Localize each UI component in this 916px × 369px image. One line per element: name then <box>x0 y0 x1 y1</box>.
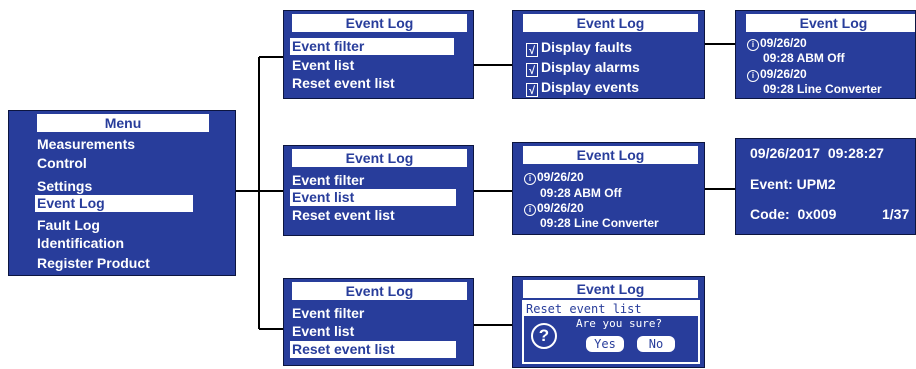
event-date: 09/26/20 <box>760 36 807 50</box>
filtered-events-panel: Event Log i 09/26/20 09:28 ABM Off i 09/26… <box>735 10 916 99</box>
event-filter-item[interactable]: Event filter <box>290 38 454 55</box>
confirm-question: Are you sure? <box>576 317 663 330</box>
event-entry[interactable]: i 09/26/20 <box>524 170 584 185</box>
event-entry-detail: 09:28 Line Converter <box>763 82 882 96</box>
panel-title: Event Log <box>292 149 467 167</box>
event-entry[interactable]: i 09/26/20 <box>524 201 584 216</box>
reset-confirm-panel: Event Log Reset event list ? Are you sur… <box>512 276 705 368</box>
event-filter-item[interactable]: Event filter <box>292 305 364 322</box>
reset-prompt: Reset event list <box>524 302 698 316</box>
question-icon: ? <box>531 323 557 349</box>
main-menu-panel: Menu Measurements Control Settings Event… <box>8 110 236 276</box>
menu-item-register-product[interactable]: Register Product <box>37 255 150 272</box>
option-label: Display faults <box>541 39 633 55</box>
info-icon: i <box>747 39 759 51</box>
reset-event-list-item[interactable]: Reset event list <box>292 75 395 92</box>
event-list-item[interactable]: Event list <box>290 189 456 206</box>
event-entry[interactable]: i 09/26/20 <box>747 36 807 51</box>
reset-event-list-item[interactable]: Reset event list <box>290 341 456 358</box>
event-name: Event: UPM2 <box>750 176 836 192</box>
checkbox-icon[interactable]: √ <box>526 43 538 57</box>
event-entry-detail: 09:28 ABM Off <box>540 186 622 200</box>
panel-title: Event Log <box>523 14 698 32</box>
event-log-panel-filter: Event Log Event filter Event list Reset … <box>283 10 474 99</box>
event-code: Code: 0x009 <box>750 206 837 222</box>
info-icon: i <box>524 204 536 216</box>
event-list-panel: Event Log i 09/26/20 09:28 ABM Off i 09/26… <box>512 142 705 235</box>
panel-title: Event Log <box>523 280 698 298</box>
event-date: 09/26/20 <box>537 201 584 215</box>
event-list-item[interactable]: Event list <box>292 323 354 340</box>
panel-title: Event Log <box>523 146 698 164</box>
event-entry-detail: 09:28 Line Converter <box>540 216 659 230</box>
menu-item-settings[interactable]: Settings <box>37 178 92 195</box>
panel-title: Event Log <box>746 14 915 32</box>
yes-button[interactable]: Yes <box>586 336 624 352</box>
menu-item-event-log[interactable]: Event Log <box>35 195 193 212</box>
checkbox-icon[interactable]: √ <box>526 83 538 97</box>
event-filter-item[interactable]: Event filter <box>292 172 364 189</box>
reset-event-list-item[interactable]: Reset event list <box>292 207 395 224</box>
menu-item-identification[interactable]: Identification <box>37 235 124 252</box>
event-date: 09/26/20 <box>760 67 807 81</box>
display-faults-option[interactable]: √ Display faults <box>526 39 632 57</box>
event-datetime: 09/26/2017 09:28:27 <box>750 145 884 161</box>
no-button[interactable]: No <box>637 336 675 352</box>
info-icon: i <box>524 173 536 185</box>
event-entry-detail: 09:28 ABM Off <box>763 51 845 65</box>
panel-title: Event Log <box>292 282 467 300</box>
event-date: 09/26/20 <box>537 170 584 184</box>
menu-item-measurements[interactable]: Measurements <box>37 136 135 153</box>
event-log-panel-list: Event Log Event filter Event list Reset … <box>283 145 474 236</box>
event-list-item[interactable]: Event list <box>292 57 354 74</box>
menu-item-fault-log[interactable]: Fault Log <box>37 217 100 234</box>
option-label: Display events <box>541 79 640 95</box>
filter-options-panel: Event Log √ Display faults √ Display alarm… <box>512 10 705 99</box>
event-entry[interactable]: i 09/26/20 <box>747 67 807 82</box>
reset-dialog-box: Reset event list ? Are you sure? Yes No <box>522 300 700 364</box>
checkbox-icon[interactable]: √ <box>526 63 538 77</box>
menu-item-control[interactable]: Control <box>37 155 87 172</box>
menu-title: Menu <box>37 114 209 132</box>
display-alarms-option[interactable]: √ Display alarms <box>526 59 640 77</box>
panel-title: Event Log <box>292 14 467 32</box>
event-detail-panel: 09/26/2017 09:28:27 Event: UPM2 Code: 0x… <box>735 138 916 235</box>
event-position: 1/37 <box>882 206 910 222</box>
option-label: Display alarms <box>541 59 640 75</box>
info-icon: i <box>747 70 759 82</box>
display-events-option[interactable]: √ Display events <box>526 79 639 97</box>
event-log-panel-reset: Event Log Event filter Event list Reset … <box>283 278 474 366</box>
